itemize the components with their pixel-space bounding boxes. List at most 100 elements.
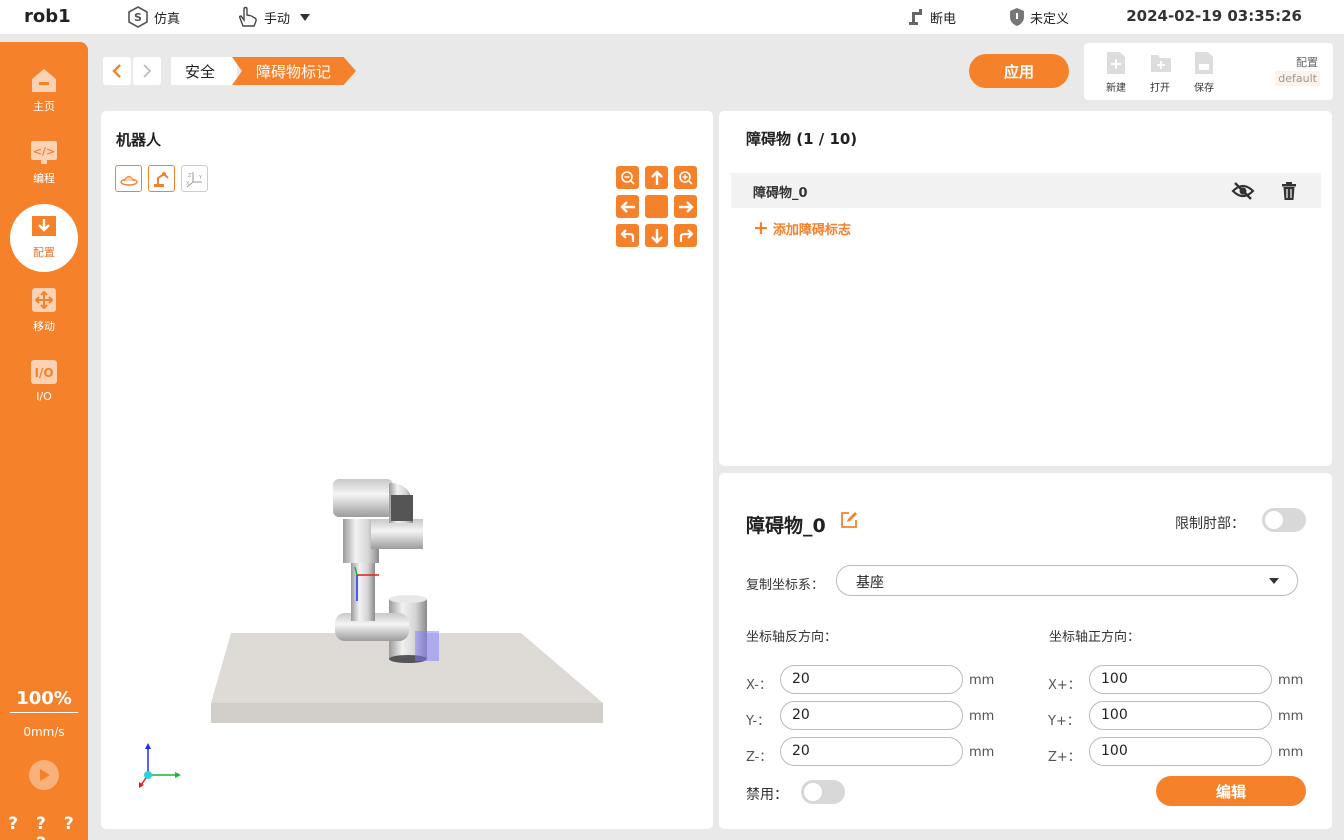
robot-name[interactable]: rob1 [24,6,71,27]
control-mode-label: 手动 [264,11,291,27]
edit-name-icon[interactable] [840,511,858,529]
z-pos-input[interactable]: 100 [1089,737,1272,766]
zoom-out-button[interactable] [616,166,639,189]
copy-frame-label: 复制坐标系： [746,578,825,593]
breadcrumb-obstacle[interactable]: 障碍物标记 [232,57,356,85]
limit-elbow-label: 限制肘部： [1175,516,1245,532]
z-pos-label: Z+： [1048,750,1081,765]
sidebar-item-label: I/O [36,390,52,403]
x-neg-label: X-： [746,678,772,693]
x-pos-input[interactable]: 100 [1089,665,1272,694]
y-pos-input[interactable]: 100 [1089,701,1272,730]
caret-down-icon [1269,578,1279,584]
sidebar-item-label: 配置 [33,246,55,259]
disable-toggle[interactable] [801,780,845,804]
chevron-left-icon [112,64,121,78]
config-value[interactable]: default [1275,71,1320,86]
x-neg-unit: mm [969,673,995,688]
open-label: 打开 [1150,83,1170,94]
obstacle-name: 障碍物_0 [753,186,808,201]
save-file-icon [1194,51,1214,75]
list-item[interactable]: 障碍物_0 [731,173,1321,208]
save-button[interactable]: 保存 [1189,51,1219,94]
home-icon [29,66,59,94]
config-icon [29,212,59,240]
x-pos-label: X+： [1048,678,1081,693]
sidebar-item-label: 移动 [33,320,55,333]
shield-icon [1010,8,1024,26]
power-label: 断电 [930,11,957,27]
pan-up-button[interactable] [645,166,668,189]
top-bar: rob1 S 仿真 手动 断电 未定义 2024-02-19 03:35:26 [0,0,1344,34]
speed-percent[interactable]: 100% [0,688,88,709]
sidebar-item-home[interactable]: 主页 [0,66,88,132]
simulation-icon: S [128,6,148,28]
sidebar: 主页 </> 编程 配置 移动 I/O I/O 100% 0mm/s ? ? ?… [0,42,88,840]
svg-text:Y: Y [198,175,203,181]
pan-down-button[interactable] [645,224,668,247]
z-neg-unit: mm [969,745,995,760]
forward-button[interactable] [133,57,161,85]
eye-off-icon[interactable] [1231,181,1255,201]
add-obstacle-label: 添加障碍标志 [772,222,851,238]
y-neg-input[interactable]: 20 [780,701,963,730]
breadcrumb-safety[interactable]: 安全 [171,57,237,85]
positive-axis-label: 坐标轴正方向： [1049,630,1141,645]
divider [10,712,78,713]
sidebar-item-label: 主页 [33,100,55,113]
zoom-in-button[interactable] [674,166,697,189]
speed-value: 0mm/s [23,725,65,739]
copy-frame-select[interactable]: 基座 [836,565,1298,596]
pan-right-button[interactable] [674,195,697,218]
arrow-left-icon [619,200,635,213]
sidebar-item-io[interactable]: I/O I/O [0,358,88,424]
sidebar-item-program[interactable]: </> 编程 [0,138,88,204]
copy-frame-value: 基座 [856,575,884,591]
plus-icon: + [753,217,769,239]
view-robot-button[interactable] [148,165,175,192]
y-neg-label: Y-： [746,714,771,729]
robot-3d-scene[interactable] [201,471,621,731]
svg-text:X: X [186,181,190,187]
edit-button[interactable]: 编辑 [1156,776,1306,806]
sidebar-item-move[interactable]: 移动 [0,286,88,352]
svg-text:I/O: I/O [34,366,53,380]
sidebar-item-config[interactable]: 配置 [10,204,78,272]
add-obstacle-button[interactable]: + 添加障碍标志 [753,217,851,239]
hand-icon [238,6,257,27]
control-mode-dropdown[interactable]: 手动 [236,0,311,34]
rotate-left-icon [619,228,634,242]
power-status[interactable]: 断电 [906,0,956,34]
simulation-mode[interactable]: S 仿真 [126,0,180,34]
world-axes-gizmo [139,743,181,788]
rotate-right-button[interactable] [674,224,697,247]
save-label: 保存 [1194,83,1214,94]
play-icon [40,769,50,781]
safety-status[interactable]: 未定义 [1008,0,1069,34]
x-neg-input[interactable]: 20 [780,665,963,694]
help-status[interactable]: ? ? ? ? [0,814,88,840]
open-button[interactable]: 打开 [1145,51,1175,94]
simulation-label: 仿真 [154,11,181,27]
trash-icon[interactable] [1280,181,1298,201]
back-button[interactable] [103,57,131,85]
new-button[interactable]: 新建 [1101,51,1131,94]
rotate-right-icon [679,228,694,242]
file-panel: 新建 打开 保存 配置 default [1084,43,1333,100]
view-axes-button[interactable]: ZY X [181,165,208,192]
z-neg-input[interactable]: 20 [780,737,963,766]
robot-arm-icon [909,9,922,25]
zoom-in-icon [678,170,693,185]
apply-button[interactable]: 应用 [969,54,1069,88]
axes-icon: Z Y X [186,171,203,187]
limit-elbow-toggle[interactable] [1262,508,1306,532]
reset-view-button[interactable] [645,195,668,218]
view-base-button[interactable] [115,165,142,192]
rotate-left-button[interactable] [616,224,639,247]
arrow-up-icon [650,169,663,185]
move-icon [29,286,59,314]
pan-left-button[interactable] [616,195,639,218]
play-button[interactable] [29,760,59,790]
obstacle-list-title: 障碍物 (1 / 10) [746,130,858,148]
y-neg-unit: mm [969,709,995,724]
